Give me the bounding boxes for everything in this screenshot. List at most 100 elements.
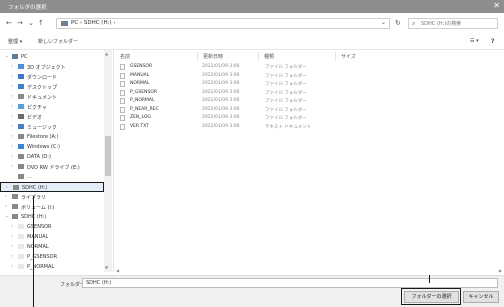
column-separator[interactable] xyxy=(258,52,259,61)
file-row[interactable]: ZEN_LOG 2022/01/09 3:06 ファイル フォルダー xyxy=(118,114,418,122)
close-icon[interactable]: ✕ xyxy=(493,1,500,10)
pane-divider[interactable] xyxy=(113,50,114,272)
pc-icon xyxy=(61,21,68,26)
scroll-down-icon[interactable]: ▼ xyxy=(105,265,108,270)
new-folder-button[interactable]: 新しいフォルダー xyxy=(38,38,78,45)
column-separator[interactable] xyxy=(335,52,336,61)
sidebar-item[interactable]: › ダウンロード xyxy=(0,72,104,82)
file-row[interactable]: MANUAL 2022/01/09 3:06 ファイル フォルダー xyxy=(118,72,418,80)
sidebar-item[interactable]: › Filestore (A:) xyxy=(0,132,104,142)
scroll-up-icon[interactable]: ▲ xyxy=(105,51,108,56)
chevron-right-icon[interactable]: › xyxy=(11,224,13,229)
file-name: MANUAL xyxy=(130,72,150,78)
sidebar-item[interactable]: › P_GSENSOR xyxy=(0,252,104,262)
sidebar-item[interactable]: › デスクトップ xyxy=(0,82,104,92)
chevron-right-icon[interactable]: › xyxy=(11,154,13,159)
chevron-right-icon[interactable]: › xyxy=(11,264,13,269)
help-icon[interactable]: ? xyxy=(491,38,494,45)
file-row[interactable]: P_NORMAL 2022/01/09 3:06 ファイル フォルダー xyxy=(118,97,418,105)
scroll-thumb[interactable] xyxy=(105,136,111,176)
chevron-right-icon[interactable]: › xyxy=(11,94,13,99)
file-row[interactable]: NORMAL 2022/01/09 3:06 ファイル フォルダー xyxy=(118,80,418,88)
sidebar-item[interactable]: › ドキュメント xyxy=(0,92,104,102)
sidebar-item[interactable]: › NORMAL xyxy=(0,242,104,252)
chevron-right-icon[interactable]: › xyxy=(6,185,8,190)
file-name: P_NORMAL xyxy=(130,98,155,103)
forward-arrow-icon[interactable]: → xyxy=(17,19,23,27)
column-date[interactable]: 更新日時 xyxy=(203,53,223,60)
column-type[interactable]: 種類 xyxy=(264,53,274,60)
chevron-down-icon[interactable]: ⌄ xyxy=(381,19,386,26)
chevron-down-icon[interactable]: ⌄ xyxy=(5,54,9,59)
sidebar-item[interactable]: › GSENSOR xyxy=(0,222,104,232)
folder-field[interactable] xyxy=(82,278,498,288)
chevron-right-icon[interactable]: › xyxy=(11,64,13,69)
sidebar-item[interactable]: › ピクチャ xyxy=(0,102,104,112)
chevron-right-icon[interactable]: › xyxy=(5,194,7,199)
up-arrow-icon[interactable]: ↑ xyxy=(38,19,44,27)
file-row[interactable]: P_NEAR_REC 2022/01/09 3:06 ファイル フォルダー xyxy=(118,106,418,114)
sidebar-item-label: DVD RW ドライブ (E:) xyxy=(27,165,80,171)
sidebar-item[interactable]: ⌄ PC xyxy=(0,52,104,62)
chevron-right-icon[interactable]: › xyxy=(11,74,13,79)
column-separator[interactable] xyxy=(197,52,198,61)
refresh-icon[interactable]: ↻ xyxy=(395,19,401,27)
sidebar-item[interactable]: › ビデオ xyxy=(0,112,104,122)
sidebar-item[interactable]: › MANUAL xyxy=(0,232,104,242)
chevron-right-icon[interactable]: › xyxy=(11,84,13,89)
scroll-left-icon[interactable]: ◀ xyxy=(116,268,119,273)
file-type: ファイル フォルダー xyxy=(265,65,307,70)
chevron-right-icon[interactable]: › xyxy=(11,134,13,139)
breadcrumb[interactable]: PC › SDHC (H:) › xyxy=(71,20,116,26)
sidebar-item[interactable]: › ミュージック xyxy=(0,122,104,132)
sidebar-item[interactable]: › ボリューム (I:) xyxy=(0,202,104,212)
horizontal-scrollbar[interactable]: ◀ ▶ xyxy=(114,268,504,274)
file-row[interactable]: P_GSENSOR 2022/01/09 3:06 ファイル フォルダー xyxy=(118,89,418,97)
folder-icon xyxy=(18,104,24,109)
folder-icon xyxy=(120,81,125,87)
sidebar-item[interactable]: › P_NORMAL xyxy=(0,262,104,272)
sidebar-item[interactable]: › Windows (C:) xyxy=(0,142,104,152)
chevron-right-icon[interactable]: › xyxy=(11,114,13,119)
chevron-right-icon[interactable]: › xyxy=(5,204,7,209)
chevron-down-icon[interactable]: ⌄ xyxy=(5,214,9,219)
folder-icon xyxy=(120,98,125,104)
chevron-right-icon[interactable]: › xyxy=(11,234,13,239)
chevron-right-icon[interactable]: › xyxy=(11,124,13,129)
sidebar-item-label: ... xyxy=(27,174,32,180)
sidebar-item[interactable]: ›ライブラリ xyxy=(0,192,104,202)
search-input[interactable] xyxy=(409,19,497,28)
file-date: 2022/01/09 3:06 xyxy=(202,81,240,86)
organize-menu[interactable]: 整理 ▾ xyxy=(8,38,22,45)
folder-icon xyxy=(18,64,24,69)
chevron-right-icon[interactable]: › xyxy=(11,144,13,149)
search-box[interactable]: ⌕ xyxy=(408,18,498,29)
folder-icon xyxy=(12,54,18,59)
address-bar[interactable]: PC › SDHC (H:) › ⌄ xyxy=(56,18,390,29)
back-arrow-icon[interactable]: ← xyxy=(6,19,12,27)
file-row[interactable]: VER.TXT 2022/01/09 3:06 テキスト ドキュメント xyxy=(118,123,418,131)
chevron-right-icon[interactable]: › xyxy=(11,104,13,109)
address-row: ← → ⌄ ↑ PC › SDHC (H:) › ⌄ ↻ ⌕ xyxy=(0,15,504,33)
sidebar-item-label: ミュージック xyxy=(27,125,57,131)
chevron-right-icon[interactable]: › xyxy=(11,244,13,249)
column-name[interactable]: 名前 xyxy=(120,53,130,60)
callout-line xyxy=(429,275,430,283)
cancel-button[interactable]: キャンセル xyxy=(463,291,499,303)
toolbar: 整理 ▾ 新しいフォルダー ☰ ▾ ? xyxy=(0,37,504,48)
sidebar-item[interactable]: › 3D オブジェクト xyxy=(0,62,104,72)
sidebar-item[interactable]: ... xyxy=(0,172,104,182)
nav-scrollbar[interactable]: ▲ ▼ xyxy=(104,50,112,272)
chevron-right-icon[interactable]: › xyxy=(11,254,13,259)
sidebar-item[interactable]: › SDHC (H:) xyxy=(0,182,104,192)
recent-locations-icon[interactable]: ⌄ xyxy=(28,19,34,27)
sidebar-item[interactable]: › DATA (D:) xyxy=(0,152,104,162)
column-size[interactable]: サイズ xyxy=(341,53,356,60)
scroll-right-icon[interactable]: ▶ xyxy=(499,268,502,273)
chevron-right-icon[interactable]: › xyxy=(11,164,13,169)
view-options-icon[interactable]: ☰ ▾ xyxy=(470,38,479,44)
callout-line xyxy=(33,196,34,307)
file-row[interactable]: GSENSOR 2022/01/09 3:06 ファイル フォルダー xyxy=(118,63,418,71)
sidebar-item[interactable]: › DVD RW ドライブ (E:) xyxy=(0,162,104,172)
sidebar-item[interactable]: ⌄ SDHC (H:) xyxy=(0,212,104,222)
